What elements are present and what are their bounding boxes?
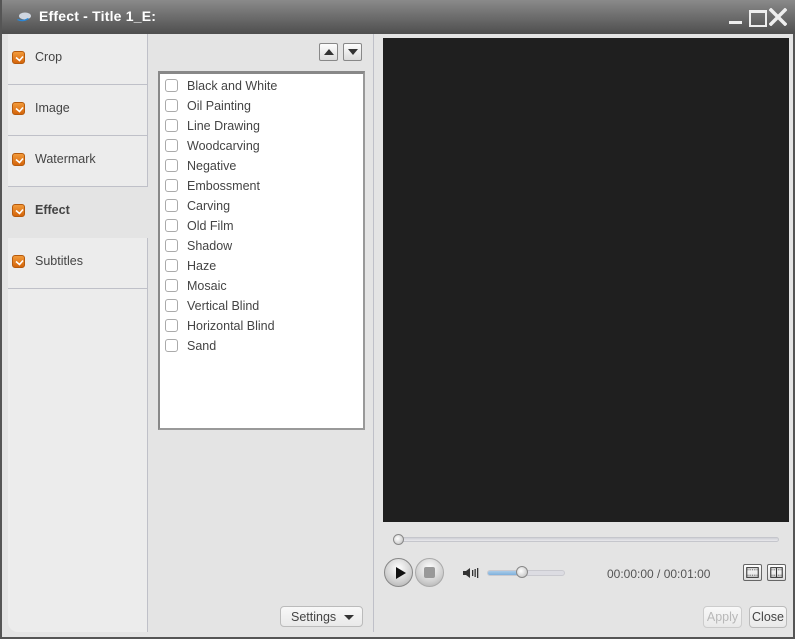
effect-label: Woodcarving [187, 139, 260, 153]
tab-checkbox[interactable] [12, 204, 25, 217]
close-button[interactable]: Close [749, 606, 787, 628]
triangle-up-icon [324, 49, 334, 55]
volume-icon[interactable] [463, 567, 479, 579]
effect-label: Shadow [187, 239, 233, 253]
effect-label: Line Drawing [187, 119, 260, 133]
effect-checkbox[interactable] [165, 319, 178, 332]
effect-list[interactable]: Black and White Oil Painting Line Drawing W… [158, 71, 365, 430]
effect-item[interactable]: Carving [160, 196, 360, 216]
checkmark-icon [15, 157, 24, 164]
effect-checkbox[interactable] [165, 259, 178, 272]
close-icon[interactable] [769, 8, 787, 26]
tab-checkbox[interactable] [12, 51, 25, 64]
seek-slider-thumb[interactable] [393, 534, 404, 545]
effect-item[interactable]: Embossment [160, 176, 360, 196]
effect-checkbox[interactable] [165, 119, 178, 132]
sidebar-tab-subtitles[interactable]: Subtitles [8, 238, 148, 289]
effect-label: Black and White [187, 79, 278, 93]
chevron-down-icon [344, 615, 354, 620]
split-view-button[interactable] [767, 564, 786, 581]
effect-item[interactable]: Old Film [160, 216, 360, 236]
effect-checkbox[interactable] [165, 159, 178, 172]
tab-checkbox[interactable] [12, 153, 25, 166]
effect-checkbox[interactable] [165, 279, 178, 292]
sidebar-tab-label: Watermark [35, 152, 96, 166]
effect-item[interactable]: Haze [160, 256, 360, 276]
effect-checkbox[interactable] [165, 339, 178, 352]
move-up-button[interactable] [319, 43, 338, 61]
effect-checkbox[interactable] [165, 239, 178, 252]
maximize-icon[interactable] [748, 8, 767, 27]
effect-item[interactable]: Sand [160, 336, 360, 356]
stop-icon [424, 567, 435, 578]
settings-dropdown-button[interactable]: Settings [280, 606, 363, 627]
effect-label: Carving [187, 199, 231, 213]
sidebar-tab-label: Crop [35, 50, 63, 64]
checkmark-icon [15, 259, 24, 266]
effect-item[interactable]: Horizontal Blind [160, 316, 360, 336]
effect-checkbox[interactable] [165, 139, 178, 152]
effect-label: Sand [187, 339, 217, 353]
play-button[interactable] [384, 558, 413, 587]
effect-label: Embossment [187, 179, 260, 193]
sidebar-tab-label: Effect [35, 203, 70, 217]
sidebar-tab-label: Image [35, 101, 70, 115]
checkmark-icon [15, 55, 24, 62]
window-title: Effect - Title 1_E: [39, 8, 157, 24]
play-icon [396, 567, 406, 579]
effect-label: Oil Painting [187, 99, 251, 113]
effect-checkbox[interactable] [165, 299, 178, 312]
effect-label: Old Film [187, 219, 234, 233]
effect-label: Haze [187, 259, 217, 273]
effect-label: Negative [187, 159, 237, 173]
sidebar-tab-crop[interactable]: Crop [8, 34, 148, 85]
single-view-button[interactable] [743, 564, 762, 581]
app-logo-icon [17, 12, 31, 22]
effect-item[interactable]: Shadow [160, 236, 360, 256]
effect-panel: Black and White Oil Painting Line Drawing W… [148, 34, 374, 632]
triangle-down-icon [348, 49, 358, 55]
tab-checkbox[interactable] [12, 255, 25, 268]
checkmark-icon [15, 208, 24, 215]
sidebar-tab-image[interactable]: Image [8, 85, 148, 136]
minimize-icon[interactable] [727, 8, 745, 26]
sidebar-tab-watermark[interactable]: Watermark [8, 136, 148, 187]
effect-label: Mosaic [187, 279, 227, 293]
move-down-button[interactable] [343, 43, 362, 61]
effect-item[interactable]: Woodcarving [160, 136, 360, 156]
settings-label: Settings [291, 610, 337, 624]
effect-item[interactable]: Oil Painting [160, 96, 360, 116]
effect-item[interactable]: Black and White [160, 76, 360, 96]
volume-slider-thumb[interactable] [516, 566, 529, 578]
seek-slider-track[interactable] [395, 537, 779, 542]
effect-item[interactable]: Mosaic [160, 276, 360, 296]
video-preview [383, 38, 789, 522]
effect-checkbox[interactable] [165, 179, 178, 192]
effect-checkbox[interactable] [165, 219, 178, 232]
effect-checkbox[interactable] [165, 99, 178, 112]
effect-label: Horizontal Blind [187, 319, 275, 333]
sidebar-tab-label: Subtitles [35, 254, 83, 268]
effect-label: Vertical Blind [187, 299, 260, 313]
effect-item[interactable]: Line Drawing [160, 116, 360, 136]
sidebar: Crop Image Watermark Effect Subtitles [8, 34, 154, 632]
effect-dialog: Effect - Title 1_E: Crop Image Watermark Ef… [0, 0, 795, 639]
tab-checkbox[interactable] [12, 102, 25, 115]
effect-item[interactable]: Negative [160, 156, 360, 176]
effect-checkbox[interactable] [165, 199, 178, 212]
checkmark-icon [15, 106, 24, 113]
apply-button[interactable]: Apply [703, 606, 742, 628]
stop-button[interactable] [415, 558, 444, 587]
title-bar[interactable]: Effect - Title 1_E: [2, 0, 795, 34]
effect-item[interactable]: Vertical Blind [160, 296, 360, 316]
sidebar-tab-effect[interactable]: Effect [8, 187, 154, 238]
effect-checkbox[interactable] [165, 79, 178, 92]
time-readout: 00:00:00 / 00:01:00 [607, 567, 711, 581]
